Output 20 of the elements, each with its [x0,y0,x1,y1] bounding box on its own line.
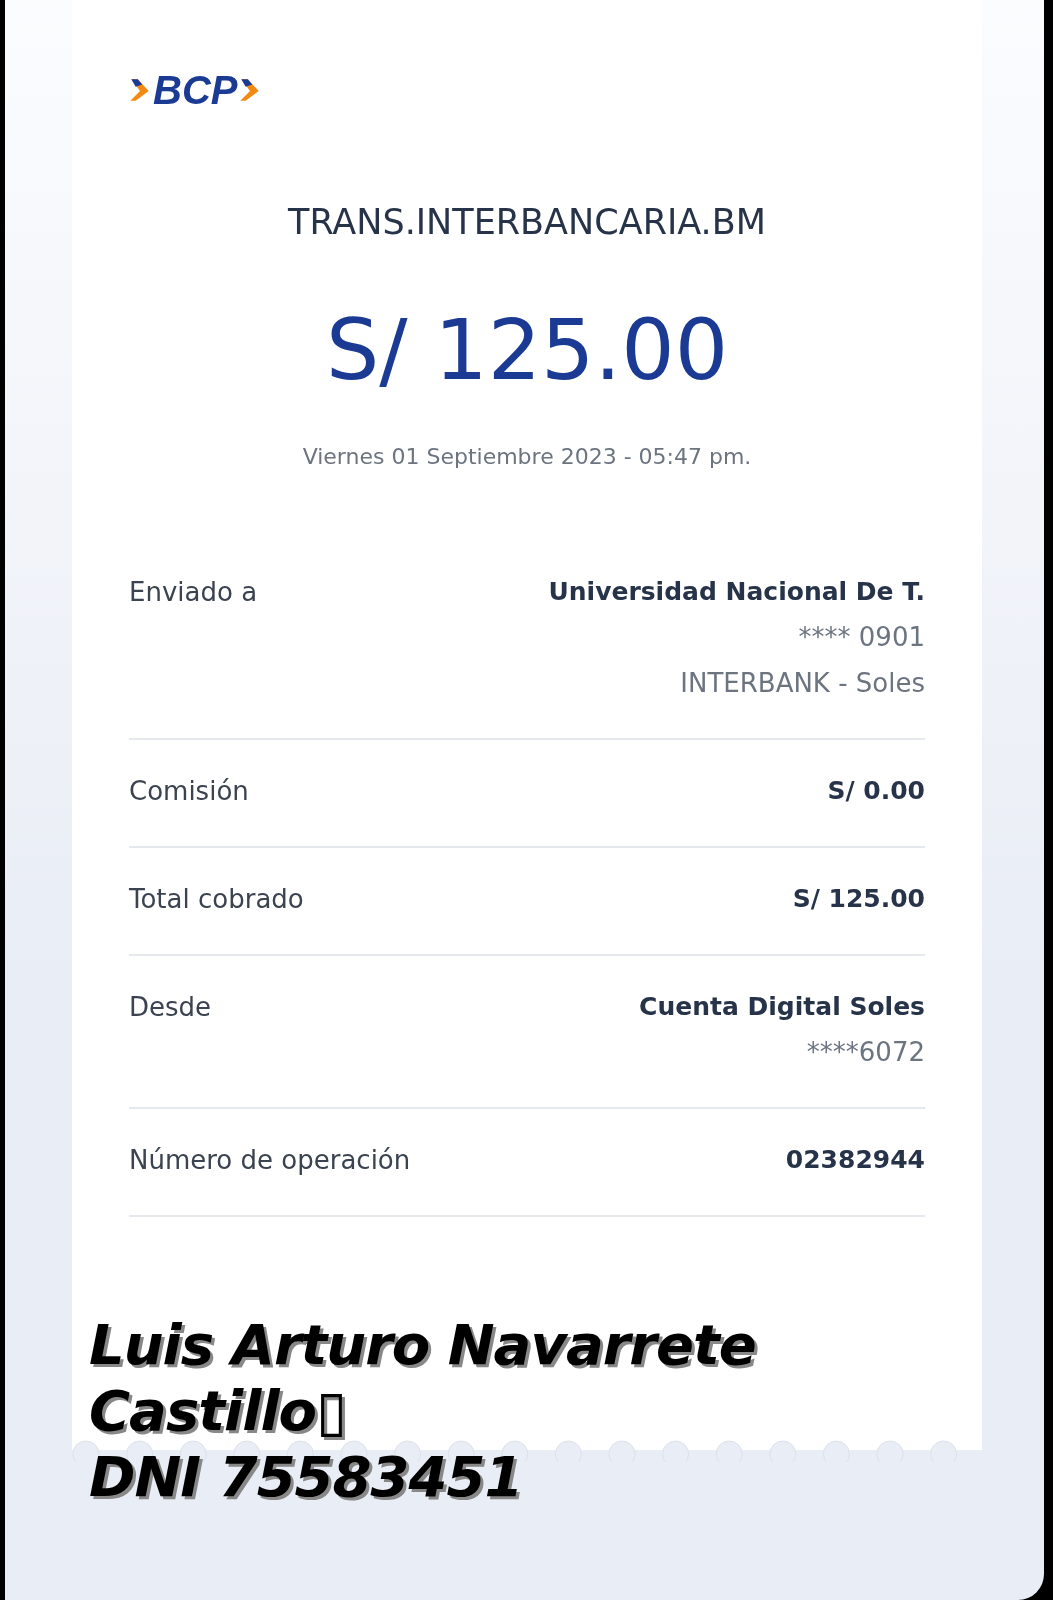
detail-value: S/ 125.00 [792,884,925,914]
detail-label: Comisión [129,776,249,807]
detail-value: Cuenta Digital Soles [639,992,925,1022]
detail-label: Total cobrado [129,884,304,915]
detail-value: Universidad Nacional De T. [548,577,925,607]
detail-label: Número de operación [129,1145,411,1176]
detail-label: Enviado a [129,577,258,608]
detail-value: INTERBANK - Soles [680,668,925,699]
detail-label: Desde [129,992,212,1023]
detail-value: 02382944 [785,1145,925,1175]
overlay-text: Luis Arturo Navarrete [89,1312,756,1378]
detail-value: S/ 0.00 [827,776,925,806]
overlay-text: DNI 75583451 [89,1444,523,1510]
bank-logo: BCP [129,70,262,110]
overlay-text: Castillo▯ [89,1378,346,1444]
transaction-date: Viernes 01 Septiembre 2023 - 05:47 pm. [302,444,752,470]
amount: S/ 125.00 [325,304,729,397]
detail-value: ****6072 [806,1037,925,1068]
detail-value: **** 0901 [798,622,925,653]
transaction-title: TRANS.INTERBANCARIA.BM [288,202,766,242]
